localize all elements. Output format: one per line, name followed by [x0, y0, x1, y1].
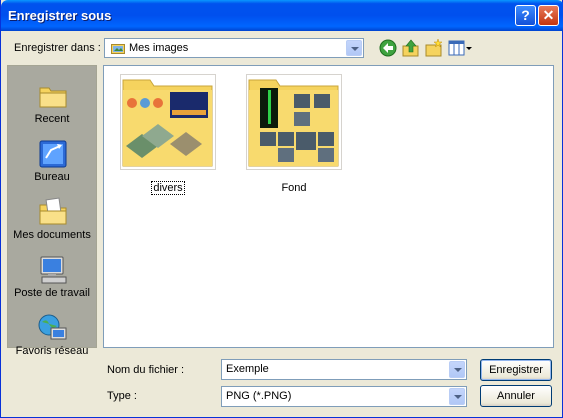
window-title: Enregistrer sous: [8, 8, 112, 23]
up-folder-icon[interactable]: [401, 38, 421, 58]
my-computer-icon: [40, 256, 67, 284]
help-button[interactable]: ?: [515, 5, 536, 26]
recent-folder-icon: [39, 87, 67, 108]
filename-value: Exemple: [226, 363, 269, 375]
close-button[interactable]: ✕: [538, 5, 559, 26]
filetype-dropdown[interactable]: PNG (*.PNG): [221, 386, 467, 407]
file-list[interactable]: divers Fond: [103, 65, 554, 348]
place-my-documents[interactable]: Mes documents: [8, 190, 96, 248]
place-label: Poste de travail: [14, 287, 90, 299]
back-icon[interactable]: [378, 38, 398, 58]
folder-item[interactable]: divers: [120, 74, 216, 195]
chevron-down-icon[interactable]: [346, 40, 362, 56]
filetype-value: PNG (*.PNG): [226, 390, 292, 402]
filename-label: Nom du fichier :: [107, 364, 185, 376]
new-folder-icon[interactable]: [424, 38, 444, 58]
network-places-icon: [38, 314, 67, 340]
filename-input[interactable]: Exemple: [221, 359, 467, 380]
place-label: Recent: [34, 113, 70, 125]
folder-name: divers: [151, 181, 185, 195]
places-bar: Recent Bureau Mes documents Poste de tra…: [7, 65, 97, 357]
folder-thumbnail-icon: [120, 74, 216, 170]
cancel-button[interactable]: Annuler: [480, 385, 552, 407]
chevron-down-icon[interactable]: [449, 388, 465, 405]
folder-name: Fond: [281, 182, 307, 194]
place-label: Favoris réseau: [15, 345, 89, 357]
view-menu-icon[interactable]: [448, 38, 474, 58]
place-desktop[interactable]: Bureau: [8, 132, 96, 190]
place-label: Mes documents: [13, 229, 91, 241]
place-network[interactable]: Favoris réseau: [8, 306, 96, 364]
save-as-dialog: Enregistrer sous ? ✕ Enregistrer dans : …: [0, 0, 563, 418]
location-value: Mes images: [129, 42, 189, 54]
folder-item[interactable]: Fond: [246, 74, 342, 194]
desktop-icon: [39, 140, 67, 168]
title-bar[interactable]: Enregistrer sous ? ✕: [1, 0, 563, 31]
my-documents-icon: [39, 197, 67, 225]
place-recent[interactable]: Recent: [8, 74, 96, 132]
place-my-computer[interactable]: Poste de travail: [8, 248, 96, 306]
save-button[interactable]: Enregistrer: [480, 359, 552, 381]
filetype-label: Type :: [107, 390, 137, 402]
location-dropdown[interactable]: Mes images: [104, 38, 364, 58]
place-label: Bureau: [34, 171, 70, 183]
chevron-down-icon[interactable]: [449, 361, 465, 378]
location-label: Enregistrer dans :: [14, 42, 101, 54]
my-pictures-icon: [111, 44, 125, 54]
folder-thumbnail-icon: [246, 74, 342, 170]
